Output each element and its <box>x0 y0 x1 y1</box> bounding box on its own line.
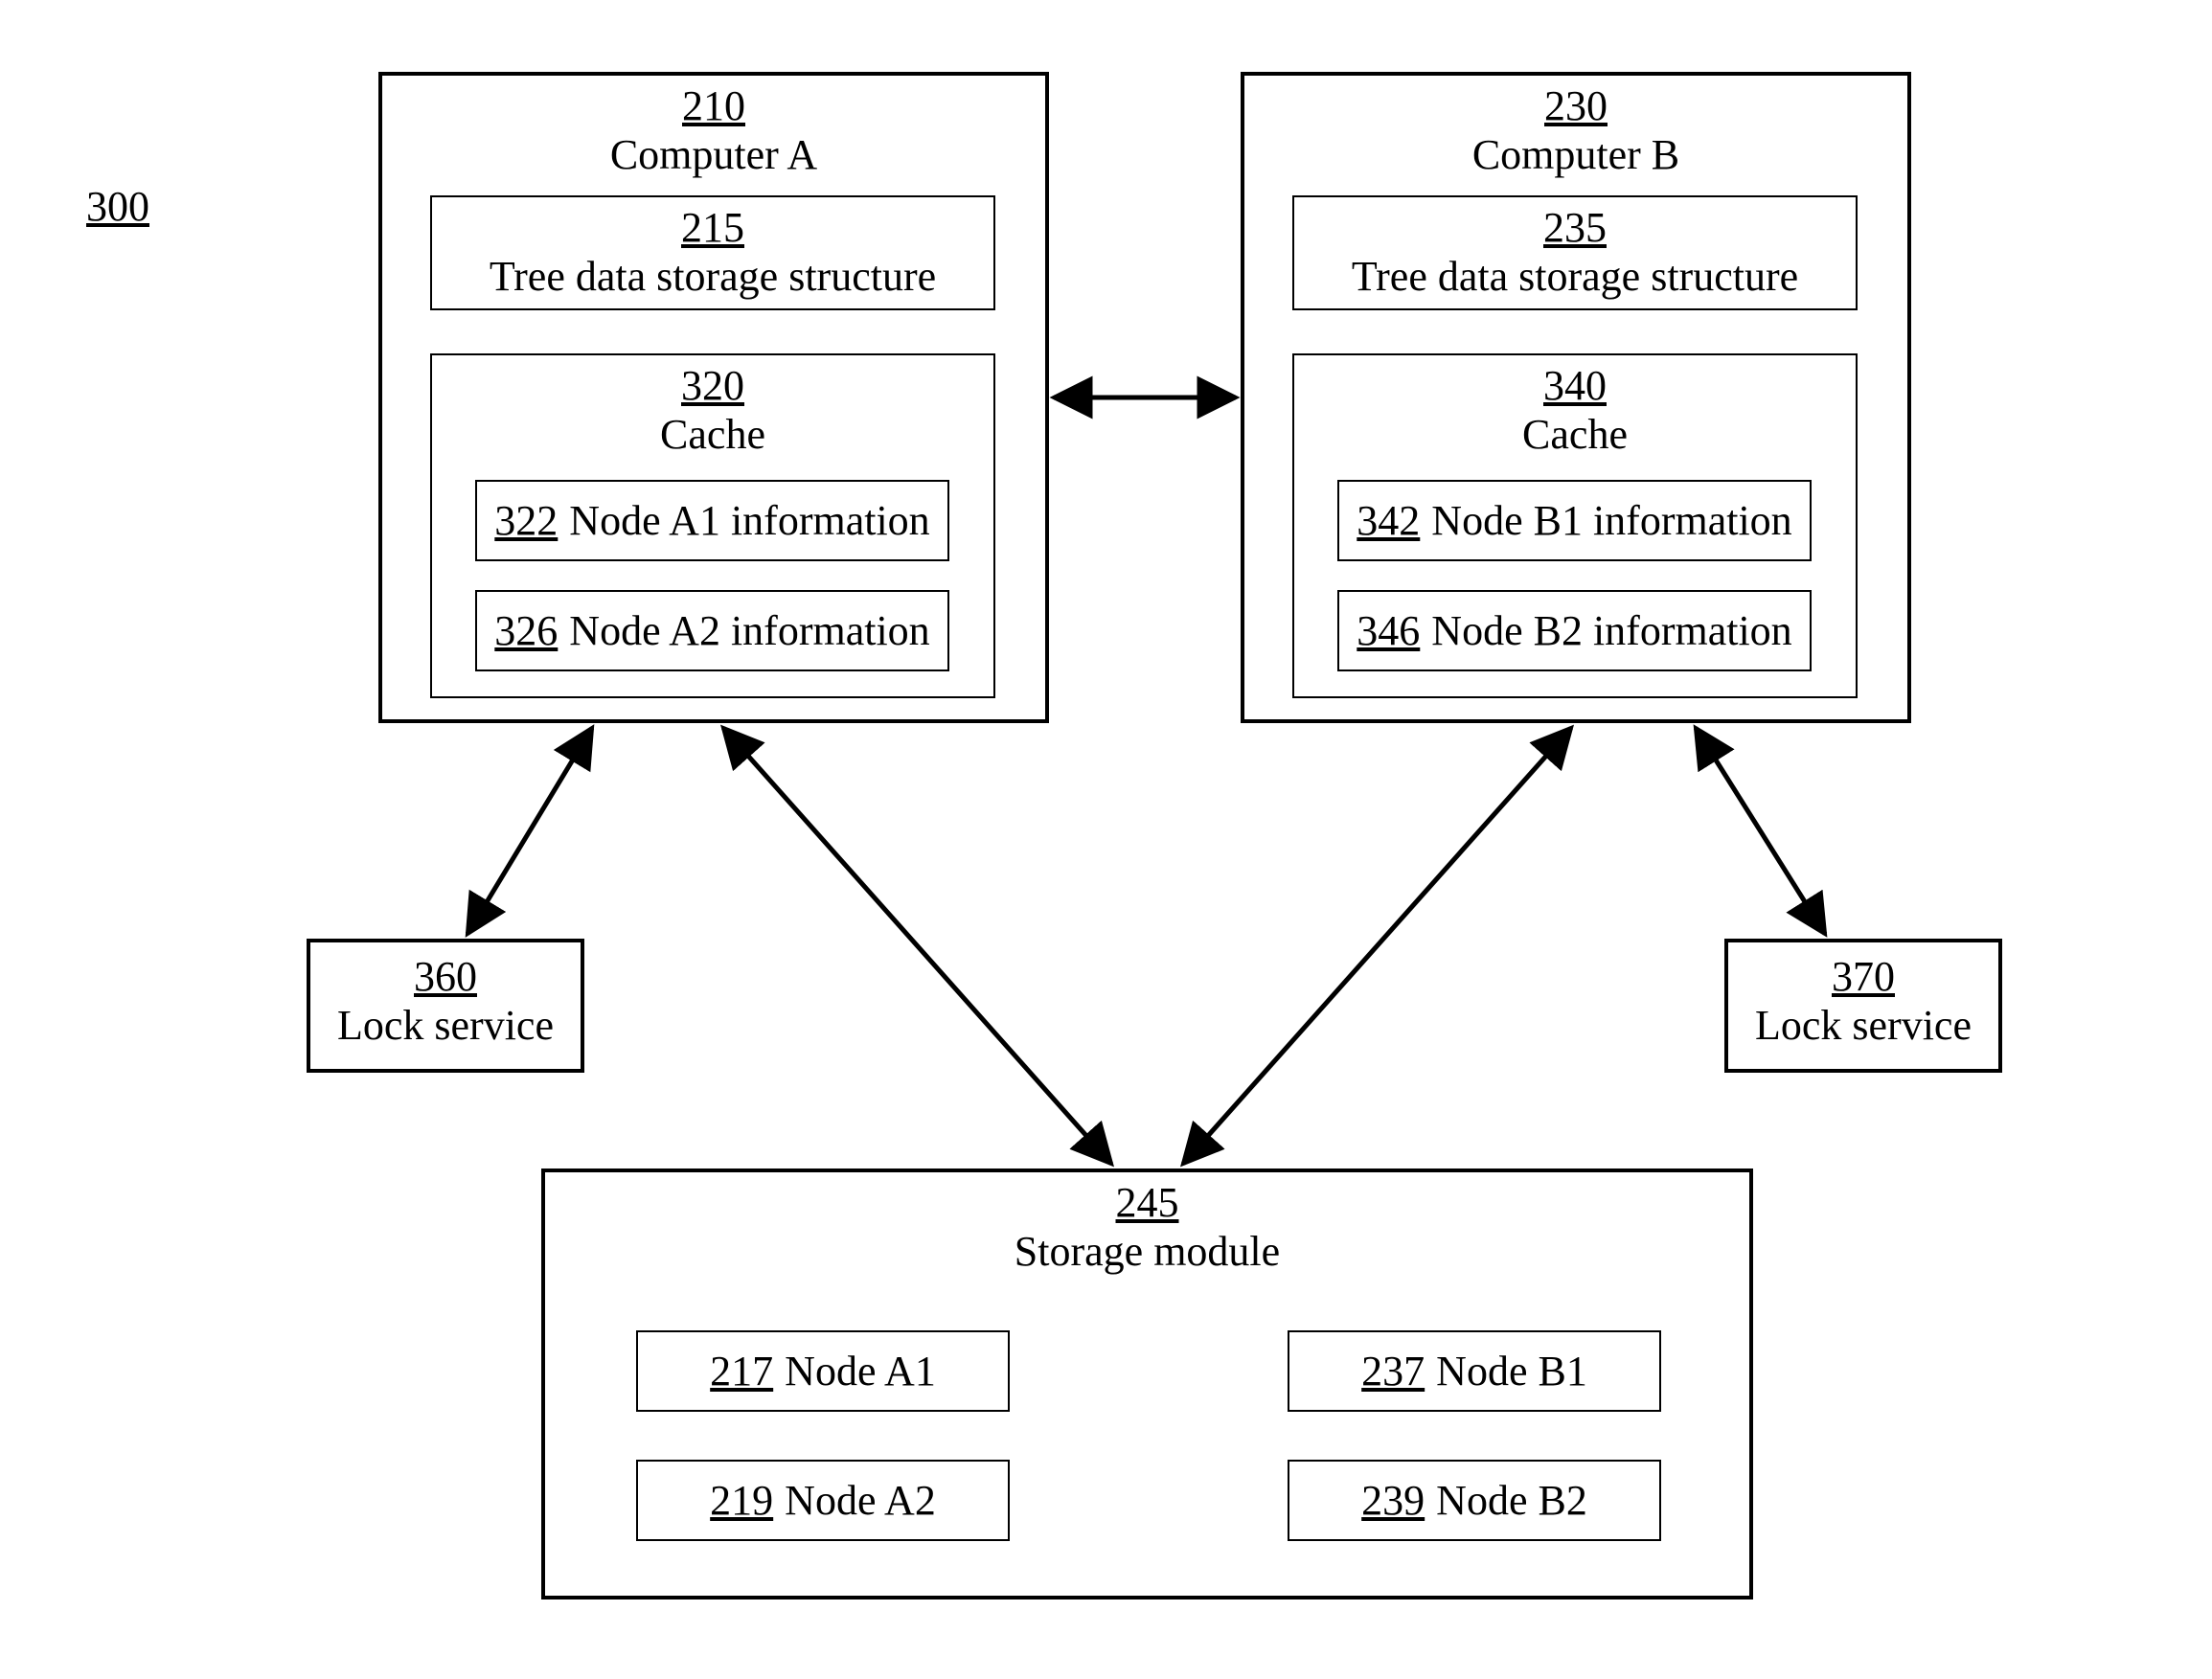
storage-module-ref: 245 <box>1116 1178 1179 1227</box>
storage-a1-label: Node A1 <box>785 1347 936 1395</box>
storage-a2-box: 219 Node A2 <box>636 1460 1010 1541</box>
computer-a-tree-ref: 215 <box>681 203 744 252</box>
computer-a-tree-box: 215 Tree data storage structure <box>430 195 995 310</box>
computer-a-cache-node1-box: 322 Node A1 information <box>475 480 949 561</box>
computer-a-ref: 210 <box>682 81 745 130</box>
computer-a-cache-node2-label: Node A2 information <box>569 606 929 655</box>
computer-b-cache-label: Cache <box>1522 410 1628 459</box>
storage-module-header: 245 Storage module <box>545 1172 1749 1276</box>
computer-a-cache-ref: 320 <box>681 361 744 410</box>
computer-b-cache-box: 340 Cache 342 Node B1 information 346 No… <box>1292 353 1858 698</box>
diagram-canvas: 300 210 Computer A 215 Tree data storage… <box>0 0 2212 1679</box>
lock-service-b-label: Lock service <box>1755 1001 1972 1050</box>
computer-b-ref: 230 <box>1544 81 1608 130</box>
storage-b1-ref: 237 <box>1361 1347 1425 1395</box>
computer-b-tree-ref: 235 <box>1543 203 1607 252</box>
arrow-a-storage <box>723 728 1111 1164</box>
storage-b2-ref: 239 <box>1361 1476 1425 1525</box>
computer-b-cache-node2-ref: 346 <box>1357 606 1420 655</box>
computer-a-label: Computer A <box>610 130 817 179</box>
storage-a1-ref: 217 <box>710 1347 773 1395</box>
storage-b1-box: 237 Node B1 <box>1288 1330 1661 1412</box>
computer-a-cache-box: 320 Cache 322 Node A1 information 326 No… <box>430 353 995 698</box>
computer-a-cache-node1-label: Node A1 information <box>569 496 929 545</box>
computer-a-cache-node1-ref: 322 <box>494 496 558 545</box>
lock-service-a-ref: 360 <box>414 952 477 1001</box>
storage-module-box: 245 Storage module 217 Node A1 219 Node … <box>541 1168 1753 1600</box>
computer-a-cache-header: 320 Cache <box>432 355 993 459</box>
figure-ref-text: 300 <box>86 183 149 230</box>
computer-a-tree-label: Tree data storage structure <box>490 252 936 301</box>
computer-b-cache-node1-label: Node B1 information <box>1431 496 1791 545</box>
computer-a-header: 210 Computer A <box>382 76 1045 179</box>
arrow-b-storage <box>1183 728 1571 1164</box>
computer-b-cache-node2-label: Node B2 information <box>1431 606 1791 655</box>
lock-service-a-label: Lock service <box>337 1001 554 1050</box>
computer-a-cache-node2-box: 326 Node A2 information <box>475 590 949 671</box>
lock-service-b-box: 370 Lock service <box>1724 939 2002 1073</box>
arrow-a-lock <box>467 728 592 934</box>
computer-b-tree-label: Tree data storage structure <box>1352 252 1798 301</box>
computer-b-cache-node2-box: 346 Node B2 information <box>1337 590 1812 671</box>
storage-a2-ref: 219 <box>710 1476 773 1525</box>
computer-a-cache-node2-ref: 326 <box>494 606 558 655</box>
computer-b-header: 230 Computer B <box>1244 76 1907 179</box>
storage-module-label: Storage module <box>1015 1227 1280 1276</box>
storage-b1-label: Node B1 <box>1436 1347 1587 1395</box>
storage-a1-box: 217 Node A1 <box>636 1330 1010 1412</box>
computer-b-label: Computer B <box>1472 130 1679 179</box>
computer-b-cache-node1-box: 342 Node B1 information <box>1337 480 1812 561</box>
figure-reference: 300 <box>86 182 149 231</box>
computer-b-cache-header: 340 Cache <box>1294 355 1856 459</box>
computer-b-cache-node1-ref: 342 <box>1357 496 1420 545</box>
computer-b-box: 230 Computer B 235 Tree data storage str… <box>1241 72 1911 723</box>
computer-a-cache-label: Cache <box>660 410 765 459</box>
computer-b-tree-box: 235 Tree data storage structure <box>1292 195 1858 310</box>
storage-a2-label: Node A2 <box>785 1476 936 1525</box>
arrow-b-lock <box>1696 728 1825 934</box>
computer-a-box: 210 Computer A 215 Tree data storage str… <box>378 72 1049 723</box>
lock-service-a-box: 360 Lock service <box>307 939 584 1073</box>
storage-b2-label: Node B2 <box>1436 1476 1587 1525</box>
storage-b2-box: 239 Node B2 <box>1288 1460 1661 1541</box>
lock-service-b-ref: 370 <box>1832 952 1895 1001</box>
computer-b-cache-ref: 340 <box>1543 361 1607 410</box>
